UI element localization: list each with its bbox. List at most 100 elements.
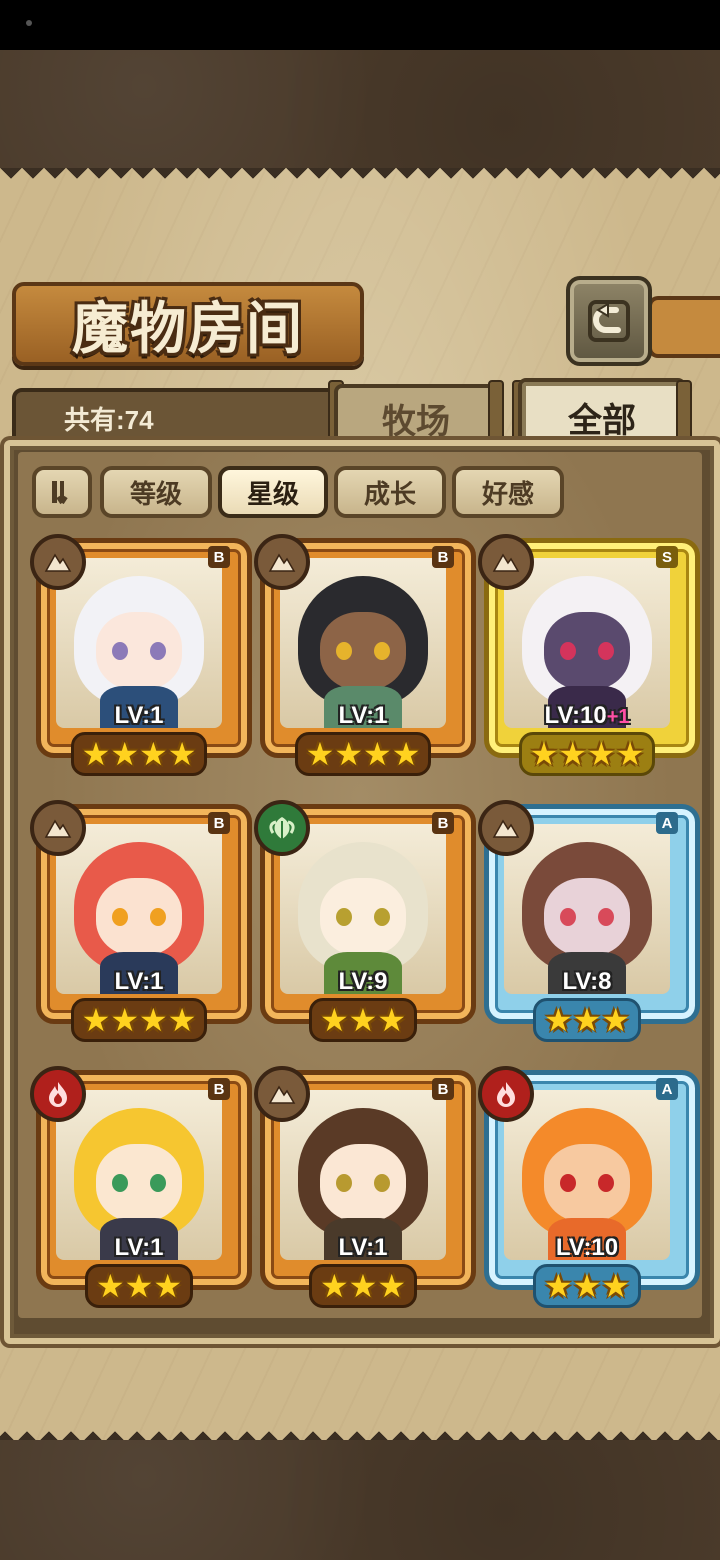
star-icon: ★ [167,735,197,773]
monster-card[interactable]: B LV:1 ★ ★ ★ ★ [30,800,252,1042]
filter-growth-button[interactable]: 成长 [334,466,446,518]
mountain-icon [30,800,86,856]
star-icon: ★ [153,1267,183,1305]
level-value: LV:10 [544,702,607,729]
portrait-eye [598,908,614,926]
star-icon: ★ [377,1267,407,1305]
mountain-icon [254,534,310,590]
mountain-icon [478,534,534,590]
portrait-eye [336,642,352,660]
portrait-eye [374,908,390,926]
portrait-face [544,1144,630,1222]
star-icon: ★ [543,1267,573,1305]
star-rating: ★ ★ ★ [484,1264,690,1308]
star-tray: ★ ★ ★ ★ [70,998,208,1042]
monster-card[interactable]: B LV:9 ★ ★ ★ [254,800,476,1042]
status-dot-icon [26,20,32,26]
status-bar [0,0,720,50]
level-value: LV:1 [114,968,164,995]
star-tray: ★ ★ ★ ★ [70,732,208,776]
portrait-face [96,878,182,956]
level-value: LV:1 [114,1234,164,1261]
level-value: LV:1 [114,702,164,729]
star-icon: ★ [377,1001,407,1039]
filter-affection-button[interactable]: 好感 [452,466,564,518]
monster-card[interactable]: B LV:1 ★ ★ ★ [30,1066,252,1308]
rank-badge: B [208,812,230,834]
star-icon: ★ [348,1001,378,1039]
monster-card[interactable]: A LV:8 ★ ★ ★ [478,800,700,1042]
star-rating: ★ ★ ★ [260,998,466,1042]
title-plate: 魔物房间 [12,282,364,366]
star-icon: ★ [572,1267,602,1305]
monster-level: LV:1 [36,1234,242,1262]
monster-level: LV:1 [260,1234,466,1262]
star-tray: ★ ★ ★ [308,1264,418,1308]
star-rating: ★ ★ ★ [484,998,690,1042]
monster-level: LV:10+1 [484,702,690,730]
tab-ranch[interactable]: 牧场 [334,384,498,448]
torn-edge-bottom [0,1420,720,1442]
monster-card[interactable]: B LV:1 ★ ★ ★ ★ [30,534,252,776]
star-icon: ★ [572,1001,602,1039]
portrait-eye [374,642,390,660]
star-icon: ★ [348,1267,378,1305]
monster-card[interactable]: B LV:1 ★ ★ ★ [254,1066,476,1308]
portrait-face [96,612,182,690]
portrait-eye [150,908,166,926]
star-icon: ★ [305,735,335,773]
filter-star-button[interactable]: 星级 [218,466,328,518]
portrait-eye [112,642,128,660]
star-icon: ★ [529,735,559,773]
back-button-rail [648,296,720,358]
portrait-face [320,878,406,956]
monster-card[interactable]: B LV:1 ★ ★ ★ ★ [254,534,476,776]
star-icon: ★ [167,1001,197,1039]
star-tray: ★ ★ ★ [84,1264,194,1308]
star-tray: ★ ★ ★ [532,1264,642,1308]
monster-card[interactable]: A LV:10 ★ ★ ★ [478,1066,700,1308]
back-button[interactable] [566,276,652,366]
star-tray: ★ ★ ★ ★ [294,732,432,776]
star-rating: ★ ★ ★ [36,1264,242,1308]
portrait-eye [598,642,614,660]
star-icon: ★ [319,1267,349,1305]
star-icon: ★ [391,735,421,773]
star-icon: ★ [139,1001,168,1039]
rank-badge: B [208,546,230,568]
level-value: LV:9 [338,968,388,995]
star-icon: ★ [81,735,111,773]
star-tray: ★ ★ ★ ★ [518,732,656,776]
star-icon: ★ [558,735,587,773]
star-icon: ★ [334,735,363,773]
star-icon: ★ [363,735,392,773]
star-icon: ★ [110,1001,139,1039]
rank-badge: B [432,1078,454,1100]
star-icon: ★ [110,735,139,773]
monster-count: 共有:74 [64,405,154,435]
sort-order-button[interactable] [32,466,92,518]
back-arrow-icon [588,300,630,342]
star-rating: ★ ★ ★ ★ [484,732,690,776]
rank-badge: B [432,812,454,834]
flame-icon [30,1066,86,1122]
star-tray: ★ ★ ★ [532,998,642,1042]
portrait-eye [336,1174,352,1192]
portrait-eye [560,642,576,660]
star-rating: ★ ★ ★ [260,1264,466,1308]
monster-level: LV:1 [36,968,242,996]
star-icon: ★ [124,1267,154,1305]
monster-level: LV:1 [260,702,466,730]
star-icon: ★ [319,1001,349,1039]
portrait-face [320,612,406,690]
portrait-eye [374,1174,390,1192]
rank-badge: A [656,1078,678,1100]
star-rating: ★ ★ ★ ★ [36,998,242,1042]
header-background [0,50,720,170]
portrait-eye [560,908,576,926]
mountain-icon [30,534,86,590]
star-icon: ★ [139,735,168,773]
star-icon: ★ [615,735,645,773]
filter-level-button[interactable]: 等级 [100,466,212,518]
monster-card[interactable]: S LV:10+1 ★ ★ ★ ★ [478,534,700,776]
